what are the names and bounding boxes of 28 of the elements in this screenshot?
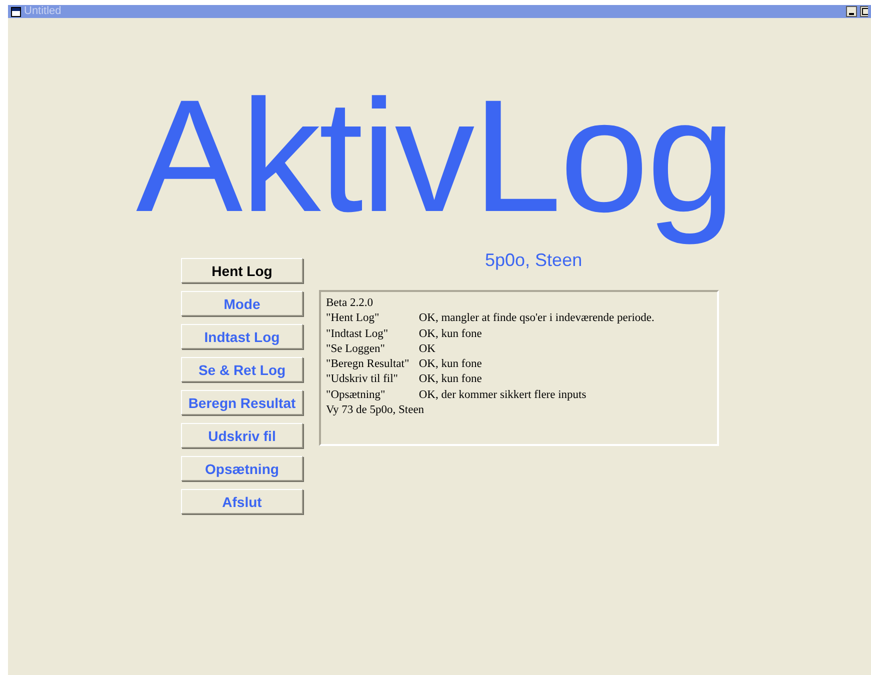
menu-button[interactable]: Mode <box>181 291 303 316</box>
note-text: Vy 73 de 5p0o, Steen <box>326 404 424 416</box>
menu-button[interactable]: Udskriv fil <box>181 423 303 448</box>
menu-button[interactable]: Afslut <box>181 489 303 514</box>
maximize-icon[interactable] <box>860 6 868 17</box>
menu-button[interactable]: Opsætning <box>181 456 303 481</box>
menu-button[interactable]: Indtast Log <box>181 324 303 349</box>
note-status: OK, kun fone <box>418 328 482 340</box>
minimize-icon[interactable] <box>846 6 857 17</box>
note-label: "Se Loggen" <box>326 342 386 357</box>
note-status: OK, kun fone <box>418 373 482 386</box>
menu-button[interactable]: Hent Log <box>181 258 303 283</box>
note-label: "Udskriv til fil" <box>326 372 399 388</box>
menu-button[interactable]: Beregn Resultat <box>181 390 303 415</box>
note-status: OK <box>418 342 436 355</box>
note-label: "Beregn Resultat" <box>326 357 410 372</box>
app-title: AktivLog <box>136 65 734 247</box>
note-label: "Hent Log" <box>326 311 380 326</box>
note-status: OK, der kommer sikkert flere inputs <box>418 388 586 401</box>
author-subtitle: 5p0o, Steen <box>485 250 584 272</box>
window-icon <box>11 6 21 16</box>
note-text: Beta 2.2.0 <box>326 297 373 309</box>
note-status: OK, mangler at finde qso'er i indeværende periode. <box>418 312 654 324</box>
note-label: "Opsætning" <box>326 388 386 403</box>
note-status: OK, kun fone <box>418 358 482 370</box>
note-label: "Indtast Log" <box>326 326 390 342</box>
menu-button[interactable]: Se & Ret Log <box>181 357 303 382</box>
window-title: Untitled <box>24 5 62 18</box>
